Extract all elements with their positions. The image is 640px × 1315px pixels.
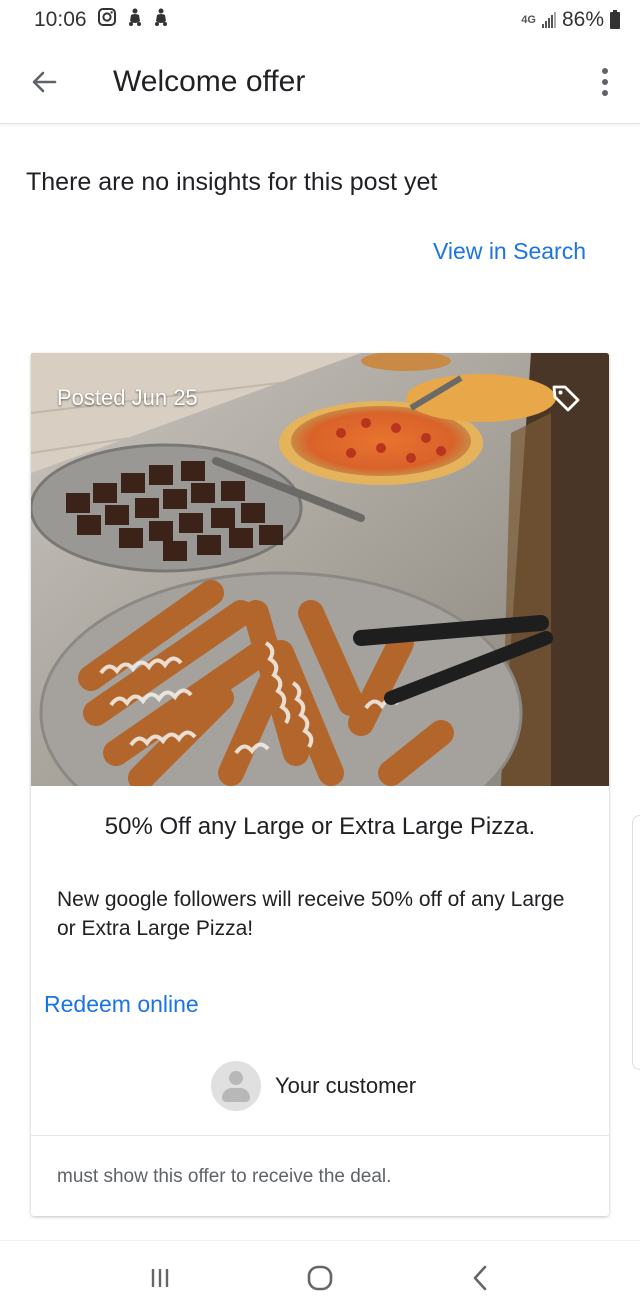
food-photo: Posted Jun 25 <box>31 353 609 786</box>
more-options-button[interactable] <box>590 60 620 104</box>
recents-button[interactable] <box>135 1253 185 1303</box>
divider <box>31 1135 609 1136</box>
back-icon <box>473 1265 487 1291</box>
offer-title: 50% Off any Large or Extra Large Pizza. <box>104 813 536 840</box>
edge-panel-handle[interactable] <box>632 815 640 1070</box>
status-time: 10:06 <box>34 8 87 31</box>
home-icon <box>307 1265 333 1291</box>
battery-icon <box>610 9 620 29</box>
signal-icon <box>541 12 556 28</box>
insights-message: There are no insights for this post yet <box>26 168 438 196</box>
arrow-back-icon <box>32 71 57 92</box>
back-button[interactable] <box>22 60 66 104</box>
redeem-online-link[interactable]: Redeem online <box>44 991 199 1018</box>
home-button[interactable] <box>295 1253 345 1303</box>
app-bar: Welcome offer <box>0 40 640 124</box>
customer-label: Your customer <box>275 1073 417 1098</box>
customer-row: Your customer <box>211 1061 416 1111</box>
view-in-search-link[interactable]: View in Search <box>433 238 586 265</box>
tag-icon <box>551 383 581 413</box>
battery-percent: 86% <box>561 8 604 31</box>
nav-back-button[interactable] <box>455 1253 505 1303</box>
system-nav-bar <box>0 1240 640 1315</box>
offer-description: New google followers will receive 50% of… <box>57 888 565 940</box>
avatar <box>211 1061 261 1111</box>
network-indicator: 4G <box>521 14 536 26</box>
recents-icon <box>151 1269 169 1287</box>
more-vert-icon <box>602 67 608 96</box>
notification-icon <box>153 7 169 33</box>
instagram-icon <box>97 7 117 33</box>
offer-terms: must show this offer to receive the deal… <box>57 1166 392 1187</box>
notification-icon <box>127 7 143 33</box>
posted-date: Posted Jun 25 <box>57 385 198 410</box>
page-title: Welcome offer <box>113 64 306 98</box>
status-bar: 10:06 4G 86% <box>0 0 640 40</box>
offer-card: Posted Jun 25 50% Off any Large or Extra… <box>31 353 609 1216</box>
